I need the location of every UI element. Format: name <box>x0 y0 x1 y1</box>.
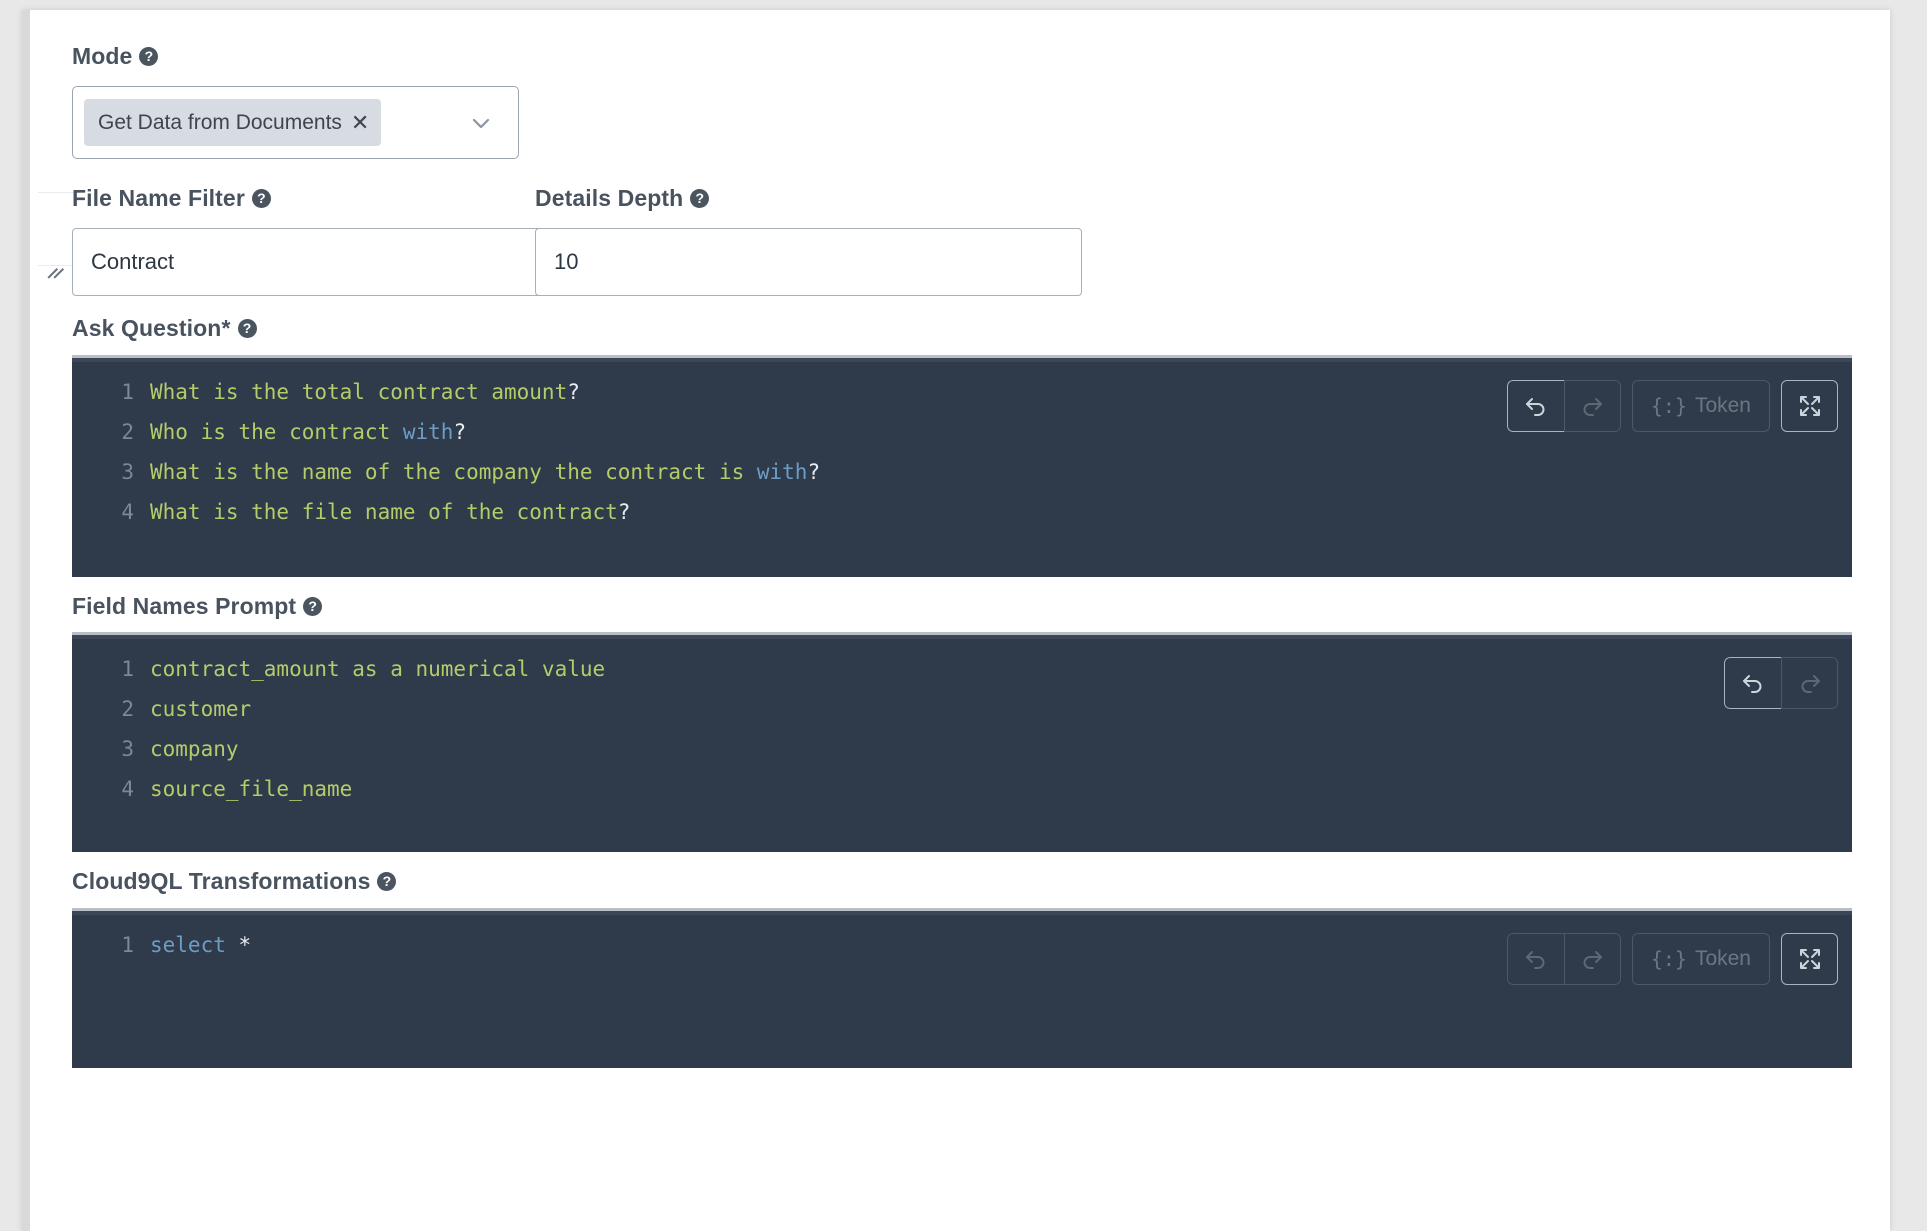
help-circle-icon[interactable]: ? <box>139 47 158 66</box>
mode-select[interactable]: Get Data from Documents ✕ <box>72 86 519 159</box>
field-names-prompt-editor[interactable]: 1 contract_amount as a numerical value 2 cu… <box>72 632 1852 852</box>
code-line-number: 4 <box>100 492 134 532</box>
undo-arrow-icon[interactable] <box>1507 380 1564 432</box>
field-names-prompt-label: Field Names Prompt ? <box>72 593 322 620</box>
help-circle-icon[interactable]: ? <box>238 319 257 338</box>
undo-arrow-icon[interactable] <box>1724 657 1781 709</box>
code-line-number: 2 <box>100 689 134 729</box>
code-line-text: What is the total contract amount? <box>150 372 580 412</box>
code-line-text: company <box>150 729 239 769</box>
ask-question-label: Ask Question* ? <box>72 315 257 342</box>
redo-arrow-icon[interactable] <box>1564 380 1621 432</box>
help-circle-icon[interactable]: ? <box>303 597 322 616</box>
code-line: 3 What is the name of the company the con… <box>72 452 1852 492</box>
cloud9ql-transformations-label-text: Cloud9QL Transformations <box>72 868 370 895</box>
insert-token-button[interactable]: {:} Token <box>1632 933 1770 985</box>
details-depth-label-text: Details Depth <box>535 185 683 212</box>
cloud9ql-transformations-editor[interactable]: 1 select * <box>72 908 1852 1068</box>
code-line-number: 3 <box>100 452 134 492</box>
code-line-text: customer <box>150 689 251 729</box>
mode-label-text: Mode <box>72 43 132 70</box>
code-line-number: 3 <box>100 729 134 769</box>
field-names-prompt-code[interactable]: 1 contract_amount as a numerical value 2 cu… <box>72 635 1852 809</box>
settings-panel-card: Mode ? Get Data from Documents ✕ File Na… <box>22 10 1890 1231</box>
ask-question-toolbar: {:} Token <box>1507 380 1838 432</box>
expand-fullscreen-icon[interactable] <box>1781 933 1838 985</box>
code-line-text: select * <box>150 925 251 965</box>
code-line: 1 contract_amount as a numerical value <box>72 649 1852 689</box>
file-name-filter-label-text: File Name Filter <box>72 185 245 212</box>
help-circle-icon[interactable]: ? <box>377 872 396 891</box>
token-label: Token <box>1695 947 1751 971</box>
chevron-down-icon[interactable] <box>470 112 492 134</box>
code-line-text: contract_amount as a numerical value <box>150 649 605 689</box>
ask-question-label-text: Ask Question* <box>72 315 231 342</box>
file-name-filter-value: Contract <box>91 249 174 275</box>
mode-chip-label: Get Data from Documents <box>98 111 342 135</box>
cloud9ql-transformations-toolbar: {:} Token <box>1507 933 1838 985</box>
field-names-prompt-toolbar <box>1724 657 1838 709</box>
ask-question-editor[interactable]: 1 What is the total contract amount? 2 Who … <box>72 355 1852 577</box>
code-line-number: 1 <box>100 372 134 412</box>
code-line-text: What is the file name of the contract? <box>150 492 630 532</box>
code-line-text: What is the name of the company the cont… <box>150 452 820 492</box>
code-line: 2 customer <box>72 689 1852 729</box>
code-line-text: Who is the contract with? <box>150 412 466 452</box>
field-names-prompt-label-text: Field Names Prompt <box>72 593 296 620</box>
token-glyph: {:} <box>1651 394 1687 418</box>
redo-arrow-icon[interactable] <box>1781 657 1838 709</box>
token-glyph: {:} <box>1651 947 1687 971</box>
undo-redo-group <box>1724 657 1838 709</box>
mode-label: Mode ? <box>72 43 158 70</box>
details-depth-input[interactable]: 10 <box>535 228 1082 296</box>
code-line-text: source_file_name <box>150 769 352 809</box>
code-line-number: 1 <box>100 649 134 689</box>
close-x-icon[interactable]: ✕ <box>351 112 369 134</box>
code-line-number: 2 <box>100 412 134 452</box>
insert-token-button[interactable]: {:} Token <box>1632 380 1770 432</box>
code-line-number: 1 <box>100 925 134 965</box>
code-line: 4 What is the file name of the contract? <box>72 492 1852 532</box>
help-circle-icon[interactable]: ? <box>690 189 709 208</box>
redo-arrow-icon[interactable] <box>1564 933 1621 985</box>
cloud9ql-transformations-label: Cloud9QL Transformations ? <box>72 868 396 895</box>
details-depth-value: 10 <box>554 249 578 275</box>
file-name-filter-label: File Name Filter ? <box>72 185 271 212</box>
code-line: 4 source_file_name <box>72 769 1852 809</box>
undo-redo-group <box>1507 380 1621 432</box>
code-line-number: 4 <box>100 769 134 809</box>
mode-selected-chip[interactable]: Get Data from Documents ✕ <box>84 99 381 146</box>
token-label: Token <box>1695 394 1751 418</box>
code-line: 3 company <box>72 729 1852 769</box>
undo-redo-group <box>1507 933 1621 985</box>
help-circle-icon[interactable]: ? <box>252 189 271 208</box>
left-scroll-rail[interactable] <box>22 10 30 1231</box>
undo-arrow-icon[interactable] <box>1507 933 1564 985</box>
expand-fullscreen-icon[interactable] <box>1781 380 1838 432</box>
details-depth-label: Details Depth ? <box>535 185 709 212</box>
textarea-resize-grip[interactable] <box>47 260 69 282</box>
